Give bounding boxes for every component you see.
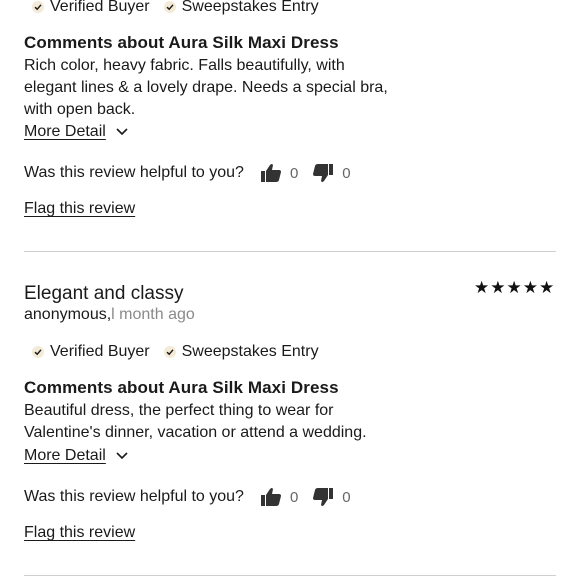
comment-heading: Comments about Aura Silk Maxi Dress (24, 378, 339, 397)
badge-label: Sweepstakes Entry (181, 0, 319, 15)
chevron-down-icon (116, 128, 128, 136)
comment-line: Rich color, heavy fabric. Falls beautifu… (24, 57, 345, 74)
badge-label: Sweepstakes Entry (181, 343, 319, 360)
flag-review-link[interactable]: Flag this review (24, 200, 135, 218)
helpful-row: Was this review helpful to you? 0 0 (24, 163, 365, 183)
thumbs-up-icon[interactable] (260, 163, 282, 183)
thumbs-down-icon[interactable] (312, 163, 334, 183)
flag-review-link[interactable]: Flag this review (24, 524, 135, 542)
review-badges: Verified Buyer Sweepstakes Entry (32, 0, 319, 16)
check-icon (163, 346, 176, 358)
sweepstakes-badge: Sweepstakes Entry (163, 343, 319, 361)
helpful-no: 0 (312, 163, 351, 183)
helpful-question: Was this review helpful to you? (24, 164, 244, 181)
review-meta: anonymous,l month ago (24, 306, 195, 324)
verified-buyer-badge: Verified Buyer (32, 0, 150, 16)
comment-line: elegant lines & a lovely drape. Needs a … (24, 79, 388, 96)
comment-body: Rich color, heavy fabric. Falls beautifu… (24, 55, 414, 121)
review-date: l month ago (111, 306, 195, 323)
helpful-yes: 0 (260, 163, 298, 183)
helpful-no-count: 0 (342, 164, 351, 182)
check-icon (32, 346, 44, 358)
helpful-no: 0 (312, 487, 351, 507)
comment-line: Valentine's dinner, vacation or attend a… (24, 424, 367, 441)
helpful-yes-count: 0 (289, 164, 299, 182)
comment-line: Beautiful dress, the perfect thing to we… (24, 402, 334, 419)
more-detail-link[interactable]: More Detail (24, 447, 128, 465)
thumbs-up-icon[interactable] (260, 487, 282, 507)
review-divider (24, 251, 556, 252)
check-icon (163, 1, 176, 13)
comment-body: Beautiful dress, the perfect thing to we… (24, 400, 414, 444)
badge-label: Verified Buyer (50, 343, 150, 360)
verified-buyer-badge: Verified Buyer (32, 343, 150, 361)
more-detail-label: More Detail (24, 447, 106, 464)
review-badges: Verified Buyer Sweepstakes Entry (32, 343, 319, 361)
helpful-yes-count: 0 (289, 488, 299, 506)
comment-line: with open back. (24, 101, 136, 118)
review-divider (24, 575, 556, 576)
helpful-no-count: 0 (342, 488, 351, 506)
helpful-yes: 0 (260, 487, 298, 507)
rating-stars: ★★★★★ (474, 278, 556, 297)
badge-label: Verified Buyer (50, 0, 150, 15)
chevron-down-icon (116, 452, 128, 460)
review-title: Elegant and classy (24, 283, 184, 304)
helpful-question: Was this review helpful to you? (24, 488, 244, 505)
helpful-row: Was this review helpful to you? 0 0 (24, 487, 365, 507)
more-detail-label: More Detail (24, 123, 106, 140)
check-icon (32, 1, 44, 13)
thumbs-down-icon[interactable] (312, 487, 334, 507)
sweepstakes-badge: Sweepstakes Entry (163, 0, 319, 16)
more-detail-link[interactable]: More Detail (24, 123, 128, 141)
comment-heading: Comments about Aura Silk Maxi Dress (24, 33, 339, 52)
review-author: anonymous, (24, 306, 112, 323)
